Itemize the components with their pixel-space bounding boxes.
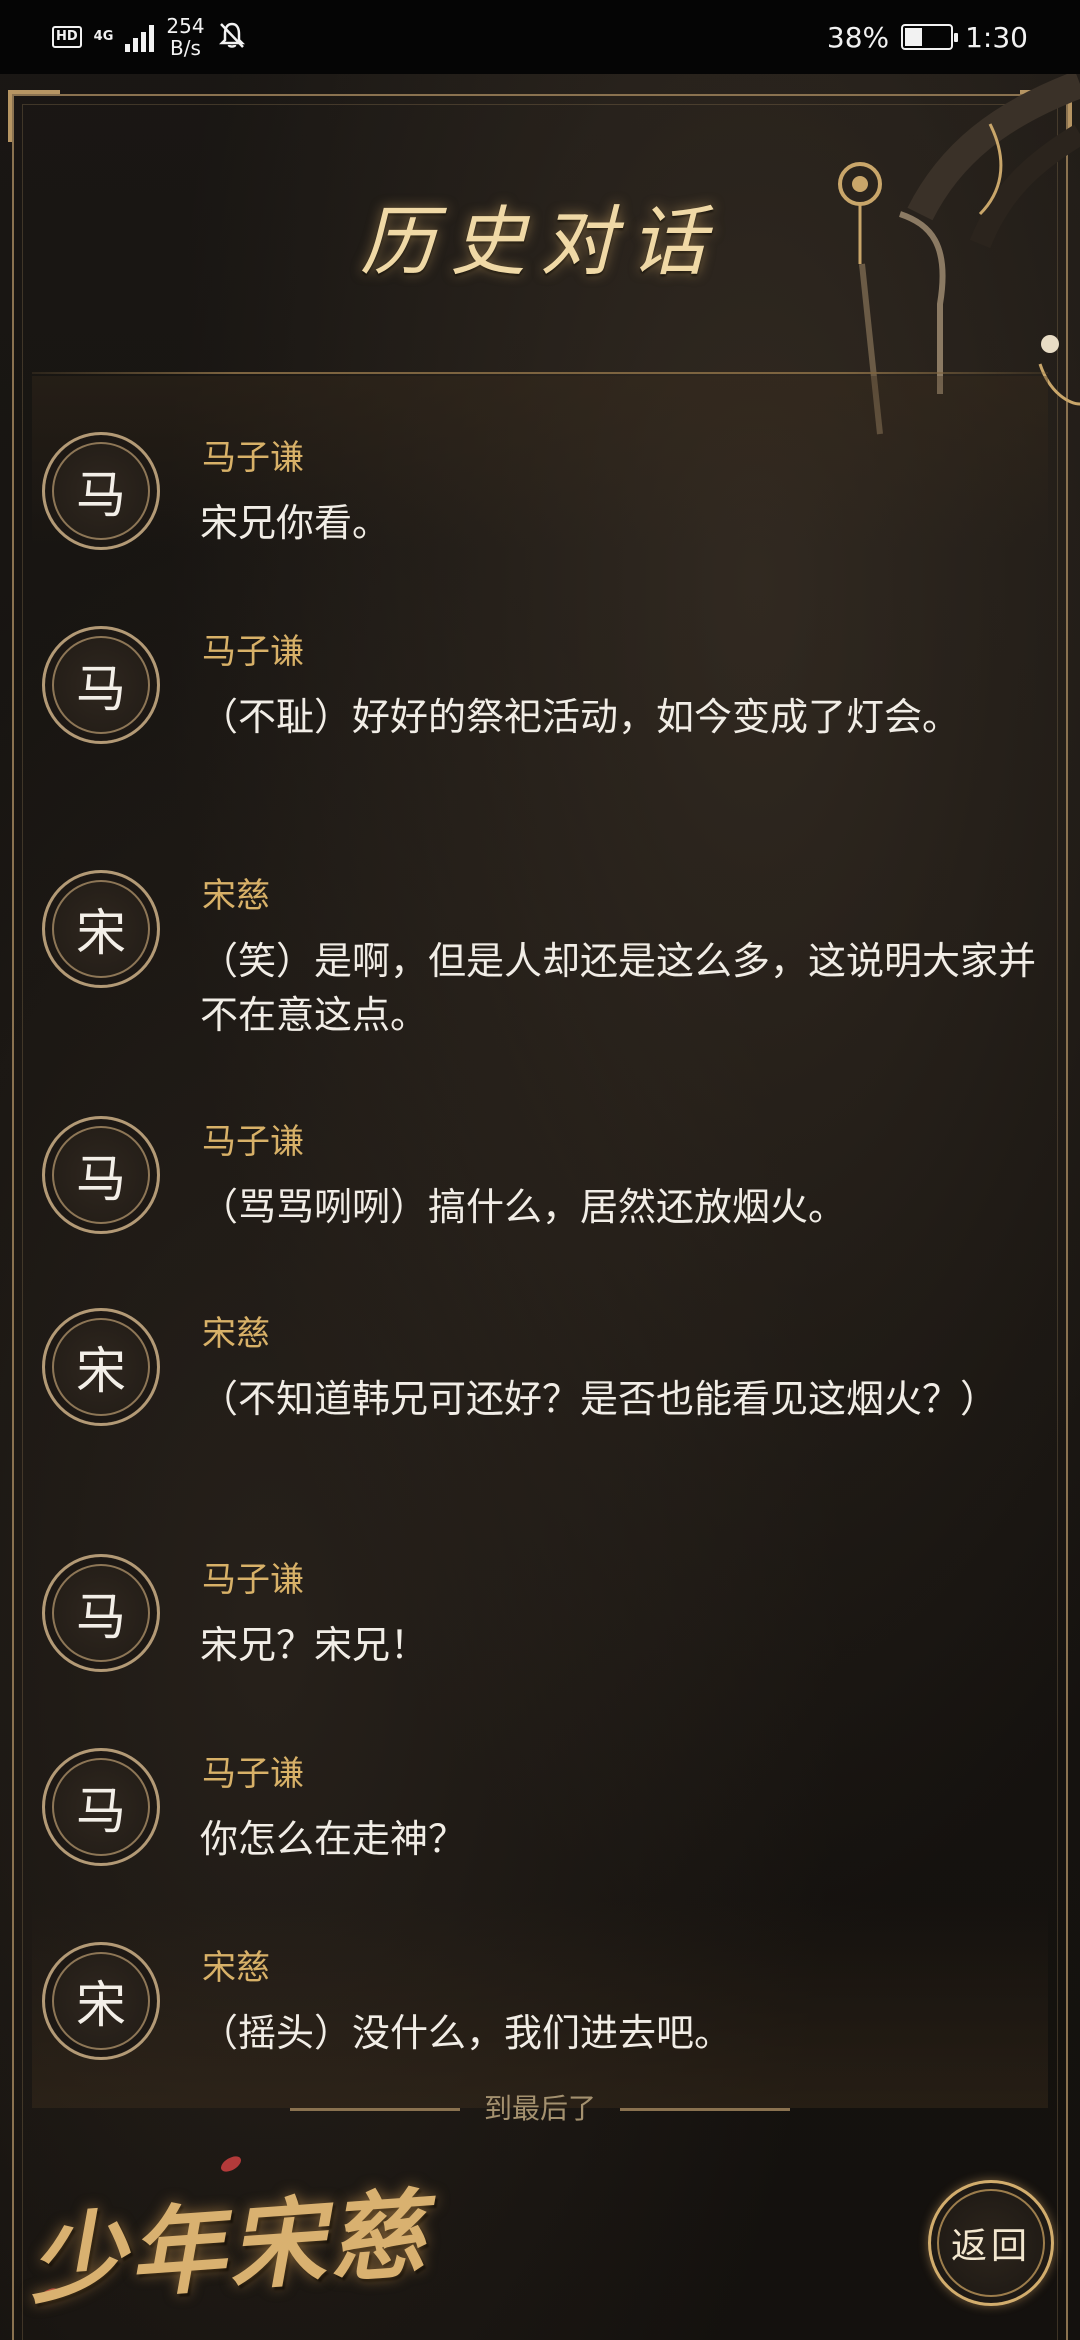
dialogue-history-list[interactable]: 马 马子谦 宋兄你看。 马 马子谦 （不耻）好好的祭祀活动，如今变成了灯会。 宋…: [32, 376, 1048, 2108]
speaker-name: 宋慈: [202, 1948, 270, 1988]
battery-fill: [905, 28, 923, 46]
battery-percent: 38%: [826, 20, 890, 54]
speed-value: 254: [166, 14, 205, 38]
hd-icon: HD: [52, 26, 82, 48]
dialogue-text: （摇头）没什么，我们进去吧。: [200, 2011, 733, 2055]
end-rule-left: [289, 2107, 460, 2111]
status-left: HD 4G 254 B/s: [52, 14, 247, 60]
speaker-avatar: 宋: [42, 1308, 160, 1426]
speed-unit: B/s: [170, 36, 201, 60]
dialogue-text: （笑）是啊，但是人却还是这么多，这说明大家并不在意这点。: [200, 939, 1037, 1037]
speaker-avatar: 马: [42, 626, 160, 744]
network-type: 4G: [93, 29, 114, 44]
page-title: 历史对话: [360, 197, 720, 286]
network-speed: 254 B/s: [166, 15, 204, 59]
dialogue-text: 宋兄你看。: [200, 501, 391, 545]
clock: 1:30: [965, 20, 1028, 54]
dialogue-text: 宋兄？宋兄！: [200, 1623, 429, 1667]
bell-off-icon: [217, 20, 247, 54]
speaker-avatar: 马: [42, 1748, 160, 1866]
speaker-name: 马子谦: [202, 1122, 304, 1162]
signal-icon: [125, 22, 155, 52]
speaker-avatar: 马: [42, 432, 160, 550]
speaker-avatar: 马: [42, 1554, 160, 1672]
game-logo: 少年宋慈: [25, 2177, 433, 2318]
frame-corner-ornament: [8, 90, 60, 142]
speaker-name: 马子谦: [202, 1560, 304, 1600]
speaker-name: 宋慈: [202, 876, 270, 916]
speaker-name: 宋慈: [202, 1314, 270, 1354]
return-button[interactable]: 返回: [928, 2180, 1054, 2306]
speaker-name: 马子谦: [202, 438, 304, 478]
speaker-avatar: 宋: [42, 870, 160, 988]
dialogue-text: （不耻）好好的祭祀活动，如今变成了灯会。: [200, 695, 961, 739]
dialogue-text: （不知道韩兄可还好？是否也能看见这烟火？）: [200, 1377, 999, 1421]
end-of-list-marker: 到最后了: [0, 2094, 1080, 2124]
dialogue-text: （骂骂咧咧）搞什么，居然还放烟火。: [200, 1185, 847, 1229]
speaker-name: 马子谦: [202, 632, 304, 672]
title-divider: [32, 372, 1048, 374]
speaker-avatar: 宋: [42, 1942, 160, 2060]
end-of-list-text: 到最后了: [483, 2092, 596, 2125]
dialogue-history-screen: HD 4G 254 B/s 38% 1:30 历史对话 马 马子谦 宋兄你看。 …: [0, 0, 1080, 2340]
battery-charging-icon: [901, 24, 959, 50]
speaker-avatar: 马: [42, 1116, 160, 1234]
end-rule-right: [620, 2107, 790, 2111]
status-bar: HD 4G 254 B/s 38% 1:30: [0, 0, 1080, 74]
speaker-name: 马子谦: [202, 1754, 304, 1794]
dialogue-text: 你怎么在走神？: [200, 1817, 467, 1861]
status-right: 38% 1:30: [827, 14, 1028, 60]
